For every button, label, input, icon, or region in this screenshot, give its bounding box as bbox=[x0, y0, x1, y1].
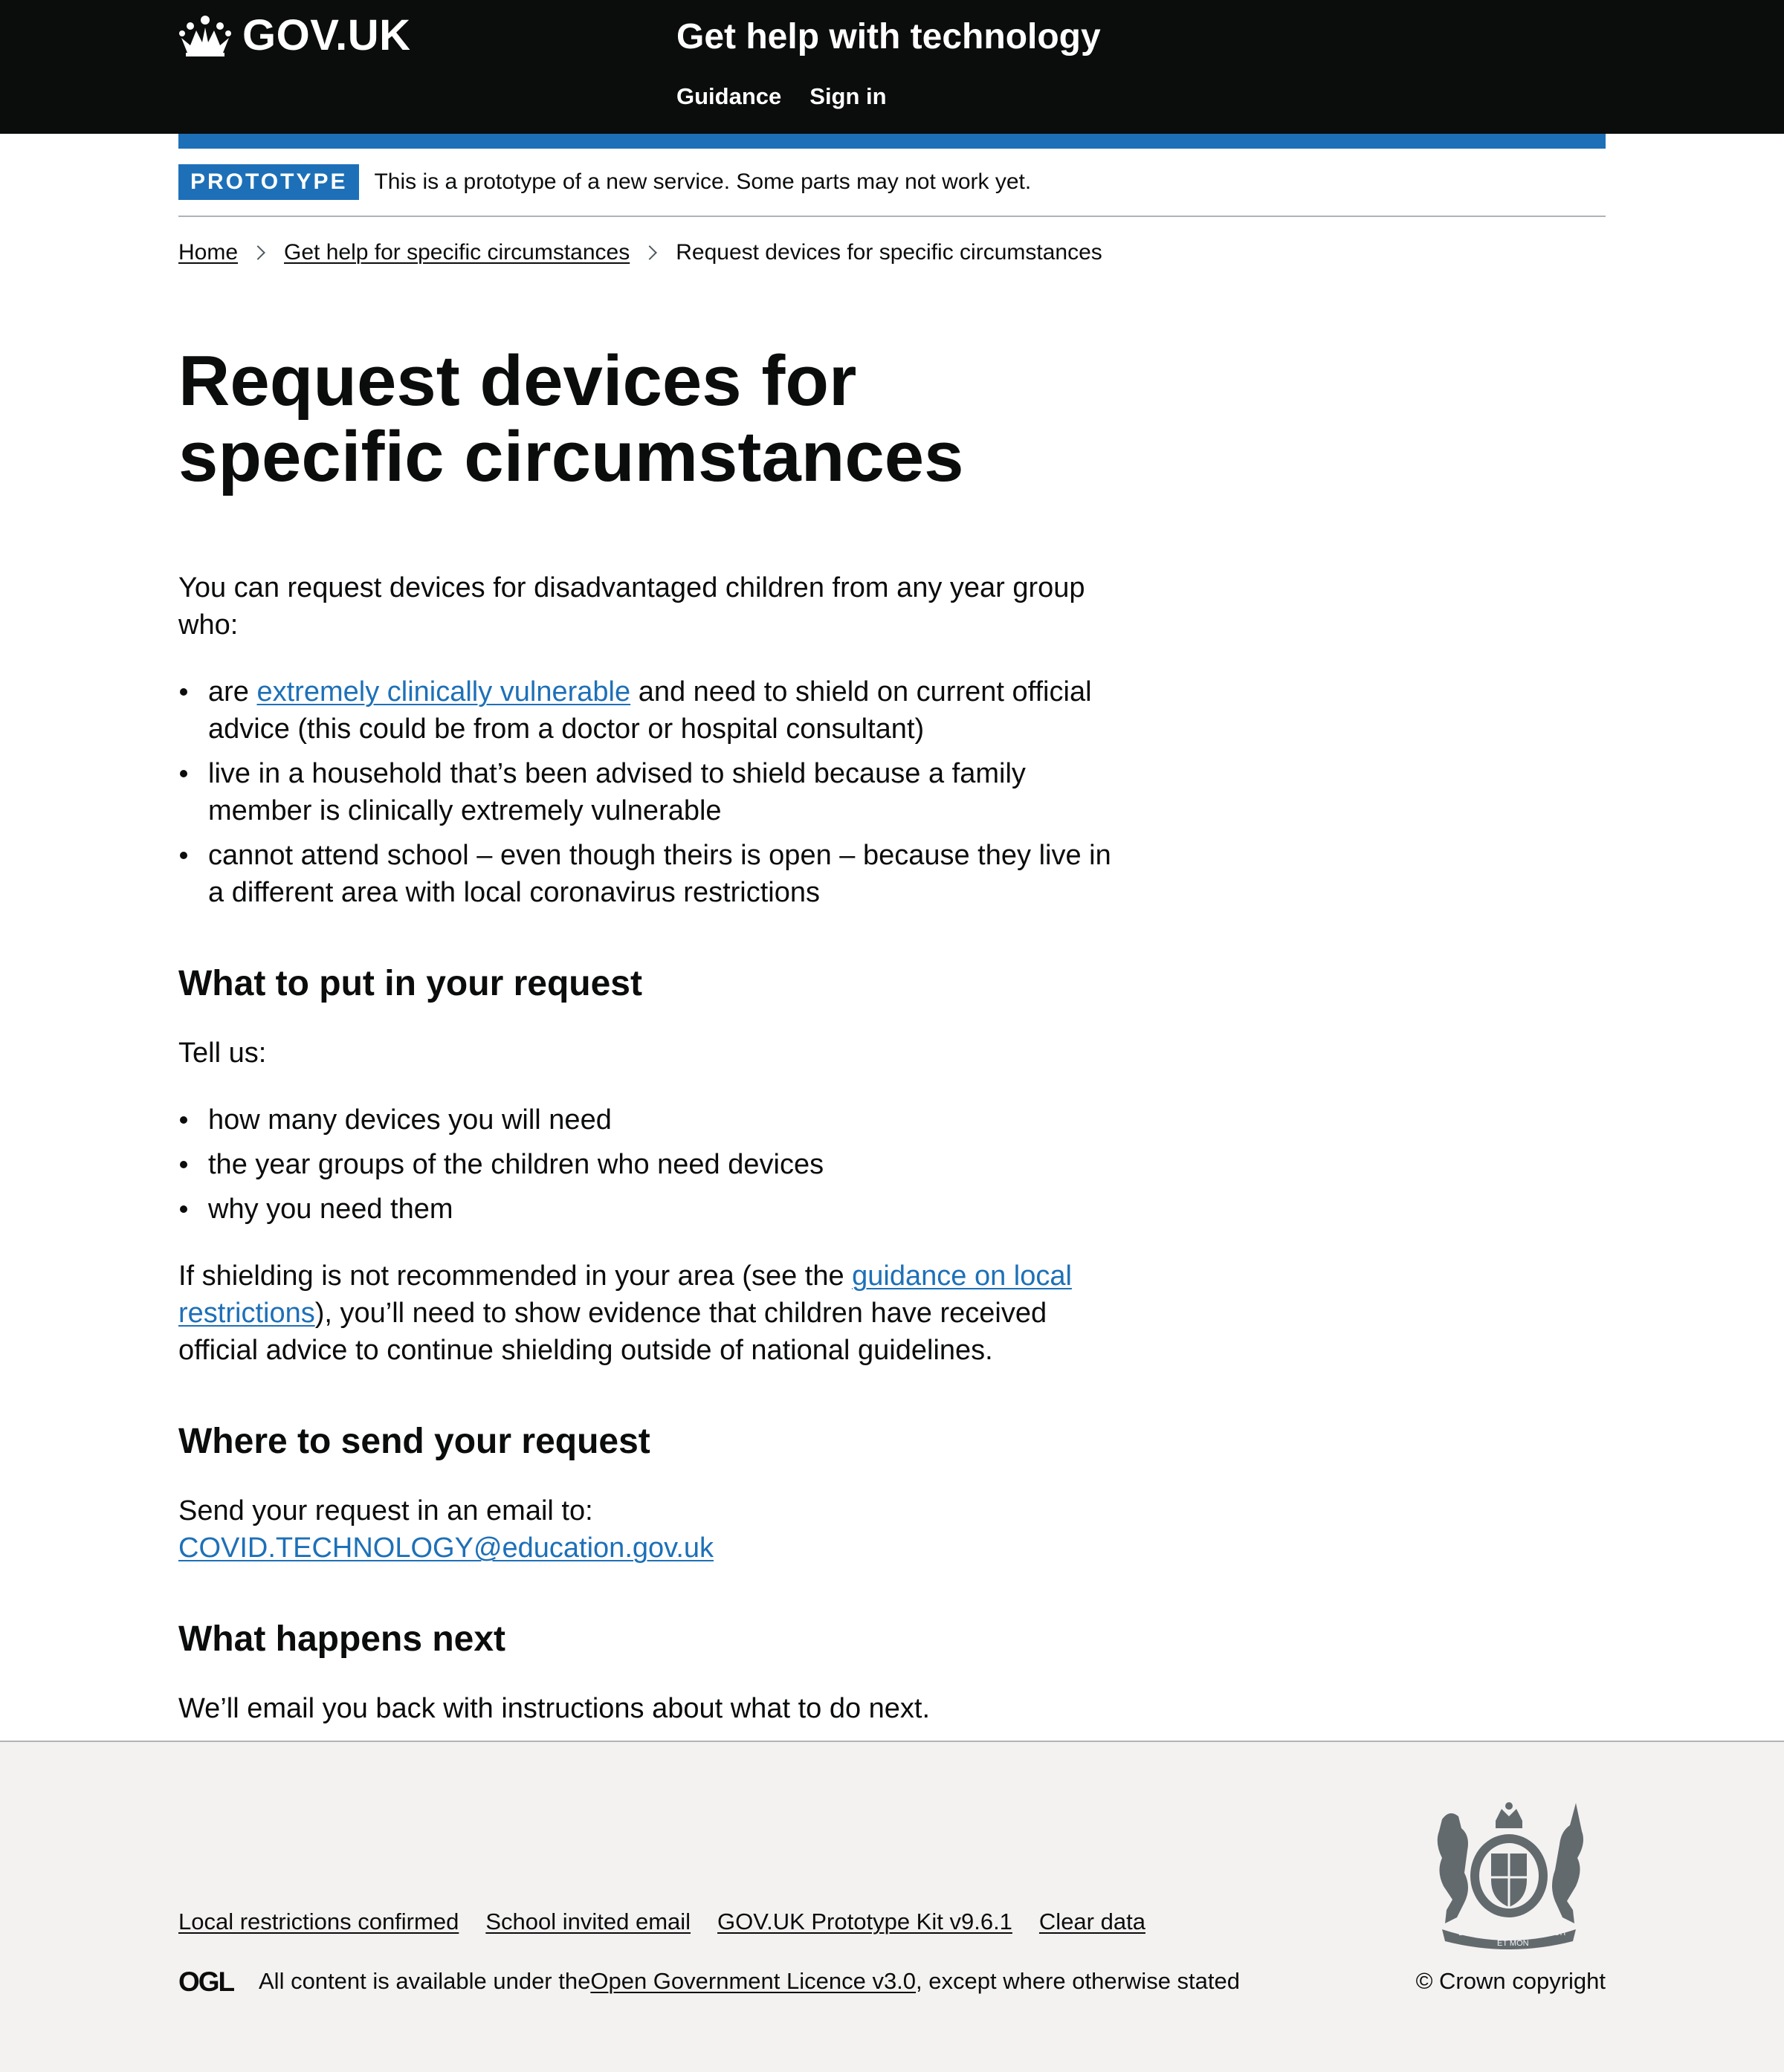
breadcrumb-current: Request devices for specific circumstanc… bbox=[676, 240, 1102, 265]
list-item: the year groups of the children who need… bbox=[178, 1146, 1130, 1183]
phase-banner: PROTOTYPE This is a prototype of a new s… bbox=[178, 149, 1606, 217]
section-heading-what-to-put: What to put in your request bbox=[178, 964, 642, 1003]
footer-link-local-restrictions[interactable]: Local restrictions confirmed bbox=[178, 1907, 459, 1937]
header-nav: Guidance Sign in bbox=[676, 82, 915, 111]
logo-text: GOV.UK bbox=[242, 11, 411, 59]
phase-banner-text: This is a prototype of a new service. So… bbox=[374, 169, 1032, 194]
intro-text: You can request devices for disadvantage… bbox=[178, 572, 1085, 641]
phase-tag: PROTOTYPE bbox=[178, 164, 360, 200]
next-steps-text: We’ll email you back with instructions a… bbox=[178, 1693, 931, 1724]
request-items-list: how many devices you will need the year … bbox=[178, 1101, 1130, 1228]
footer-links: Local restrictions confirmed School invi… bbox=[178, 1907, 1172, 1937]
tell-us-text: Tell us: bbox=[178, 1037, 267, 1069]
send-paragraph: Send your request in an email to: COVID.T… bbox=[178, 1492, 1130, 1567]
site-footer: Local restrictions confirmed School invi… bbox=[0, 1741, 1784, 2072]
breadcrumb: Home Get help for specific circumstances… bbox=[178, 238, 1606, 268]
list-item: how many devices you will need bbox=[178, 1101, 1130, 1139]
header-blue-bar bbox=[178, 134, 1606, 149]
crown-icon bbox=[179, 16, 231, 56]
shielding-paragraph: If shielding is not recommended in your … bbox=[178, 1257, 1130, 1369]
email-link[interactable]: COVID.TECHNOLOGY@education.gov.uk bbox=[178, 1532, 714, 1564]
ogl-logo-icon: OGL bbox=[178, 1968, 236, 1995]
chevron-right-icon bbox=[251, 245, 265, 260]
crest-motto-dieu: DIEU bbox=[1458, 1929, 1478, 1937]
shielding-text: If shielding is not recommended in your … bbox=[178, 1260, 853, 1292]
licence-text: , except where otherwise stated bbox=[916, 1968, 1240, 1994]
service-name-link[interactable]: Get help with technology bbox=[676, 16, 1101, 58]
footer-link-prototype-kit[interactable]: GOV.UK Prototype Kit v9.6.1 bbox=[717, 1907, 1012, 1937]
breadcrumb-home-link[interactable]: Home bbox=[178, 238, 238, 268]
list-item: live in a household that’s been advised … bbox=[178, 755, 1130, 829]
royal-coat-of-arms-icon: DIEU ET MON DROIT bbox=[1437, 1802, 1583, 1949]
page-title: Request devices for specific circumstanc… bbox=[178, 341, 964, 496]
govuk-logo-link[interactable]: GOV.UK bbox=[178, 13, 410, 58]
section-heading-what-happens-next: What happens next bbox=[178, 1619, 506, 1659]
open-government-licence-link[interactable]: Open Government Licence v3.0 bbox=[590, 1966, 916, 1996]
send-text: Send your request in an email to: bbox=[178, 1495, 593, 1527]
licence-statement: OGL All content is available under the O… bbox=[178, 1966, 1240, 1996]
crest-motto-et-mon: ET MON bbox=[1497, 1939, 1529, 1948]
list-item-text: are bbox=[208, 676, 257, 708]
crown-copyright-link[interactable]: © Crown copyright bbox=[1416, 1966, 1606, 1996]
footer-link-clear-data[interactable]: Clear data bbox=[1039, 1907, 1145, 1937]
ogl-logo-text: OGL bbox=[178, 1968, 235, 1995]
crest-motto-droit: DROIT bbox=[1542, 1929, 1568, 1937]
nav-sign-in-link[interactable]: Sign in bbox=[809, 82, 886, 111]
breadcrumb-specific-circumstances-link[interactable]: Get help for specific circumstances bbox=[284, 238, 630, 268]
chevron-right-icon bbox=[642, 245, 658, 260]
extremely-clinically-vulnerable-link[interactable]: extremely clinically vulnerable bbox=[256, 676, 630, 708]
section-heading-where-to-send: Where to send your request bbox=[178, 1422, 650, 1461]
list-item: why you need them bbox=[178, 1191, 1130, 1228]
criteria-list: are extremely clinically vulnerable and … bbox=[178, 673, 1130, 911]
list-item: cannot attend school – even though their… bbox=[178, 837, 1130, 911]
site-header: GOV.UK Get help with technology Guidance… bbox=[0, 0, 1784, 134]
main-content: Request devices for specific circumstanc… bbox=[178, 343, 1130, 1757]
licence-text: All content is available under the bbox=[259, 1968, 591, 1994]
footer-link-school-invited-email[interactable]: School invited email bbox=[485, 1907, 691, 1937]
list-item: are extremely clinically vulnerable and … bbox=[178, 673, 1130, 748]
nav-guidance-link[interactable]: Guidance bbox=[676, 82, 781, 111]
